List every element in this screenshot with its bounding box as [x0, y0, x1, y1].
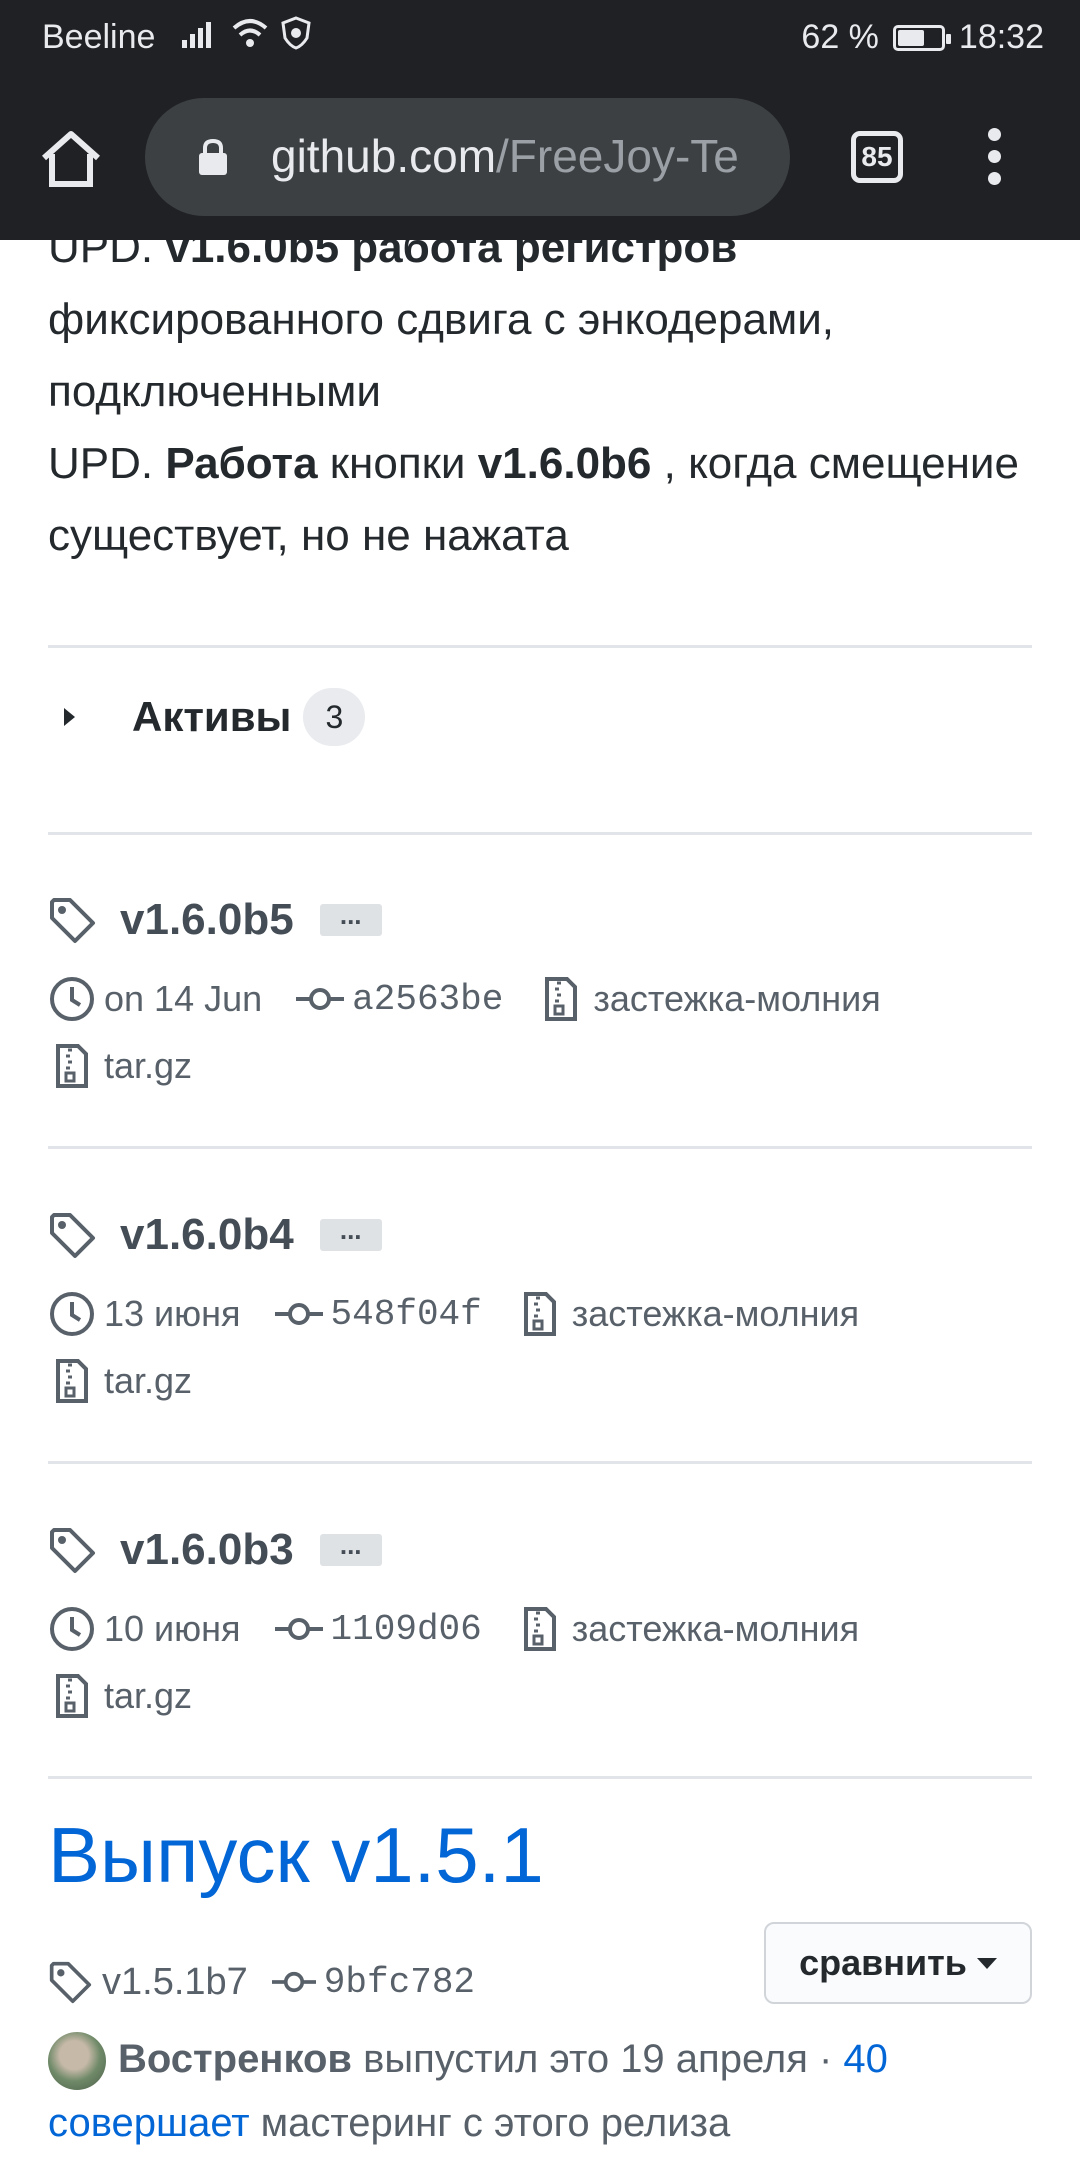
tag-meta: tar.gz	[48, 1670, 192, 1722]
tar-download-link[interactable]: tar.gz	[104, 1360, 192, 1402]
tag-icon	[50, 898, 95, 943]
battery-icon	[892, 24, 951, 51]
commit-icon	[274, 1618, 323, 1640]
status-icons	[180, 16, 312, 50]
tag-icon	[49, 1961, 92, 2004]
compare-button[interactable]: сравнить	[764, 1922, 1032, 2004]
signal-icon	[182, 22, 211, 48]
commit-link[interactable]: a2563be	[352, 979, 503, 1020]
clock-icon	[50, 1292, 94, 1336]
tag-icon	[50, 1528, 95, 1573]
tag-meta: 10 июня 1109d06 застежка-молния	[48, 1603, 859, 1655]
commit-link[interactable]: 1109d06	[331, 1609, 482, 1650]
tag-meta: tar.gz	[48, 1040, 192, 1092]
tag-link[interactable]: v1.6.0b4	[120, 1210, 294, 1260]
assets-toggle[interactable]: Активы 3	[48, 685, 366, 749]
more-button[interactable]: ...	[319, 902, 382, 936]
release-meta: v1.5.1b7 9bfc782	[48, 1952, 475, 2012]
zip-download-link[interactable]: застежка-молния	[572, 1293, 859, 1335]
file-zip-icon	[523, 1292, 556, 1336]
file-zip-icon	[545, 977, 578, 1021]
tag-date: 10 июня	[104, 1608, 241, 1649]
divider	[48, 645, 1032, 648]
file-zip-icon	[56, 1359, 88, 1403]
battery-level	[897, 29, 924, 46]
file-zip-icon	[523, 1607, 556, 1651]
tag-icon	[50, 1213, 95, 1258]
tag-title: v1.6.0b5 ...	[48, 888, 382, 952]
clock: 18:32	[958, 18, 1044, 56]
commit-icon	[274, 1303, 323, 1325]
status-bar: Beeline 62 % 18:32	[0, 0, 1080, 76]
home-icon[interactable]	[38, 126, 104, 192]
commit-link[interactable]: 548f04f	[331, 1294, 482, 1335]
release-tag-link[interactable]: v1.5.1b7	[102, 1961, 248, 2004]
url-path: /FreeJoy-Te	[496, 130, 739, 182]
tar-download-link[interactable]: tar.gz	[104, 1675, 192, 1717]
status-right: 62 % 18:32	[801, 18, 1044, 57]
tag-meta: on 14 Jun a2563be застежка-молния	[48, 973, 881, 1025]
tag-date: 13 июня	[104, 1293, 241, 1334]
caret-down-icon	[976, 1957, 997, 1969]
tag-entry: v1.6.0b4 ... 13 июня 548f04f застежка-мо…	[48, 1203, 1038, 1463]
tag-title: v1.6.0b3 ...	[48, 1518, 382, 1582]
overflow-menu-icon[interactable]	[980, 128, 1010, 188]
commit-icon	[296, 988, 345, 1010]
tab-switcher-button[interactable]: 85	[851, 131, 903, 183]
tag-link[interactable]: v1.6.0b3	[120, 1525, 294, 1575]
more-button[interactable]: ...	[319, 1532, 382, 1566]
clock-icon	[50, 977, 94, 1021]
file-zip-icon	[56, 1674, 88, 1718]
address-bar[interactable]: github.com/FreeJoy-Te	[145, 98, 790, 216]
divider	[48, 1461, 1032, 1464]
lock-icon	[199, 138, 227, 175]
tag-entry: v1.6.0b3 ... 10 июня 1109d06 застежка-мо…	[48, 1518, 1038, 1778]
avatar[interactable]	[48, 2032, 106, 2091]
release-title-link[interactable]: Выпуск v1.5.1	[48, 1810, 544, 1901]
divider	[48, 1776, 1032, 1779]
browser-toolbar: github.com/FreeJoy-Te 85	[0, 76, 1080, 240]
battery-percent: 62 %	[801, 18, 879, 56]
shield-icon	[281, 16, 311, 50]
author-link[interactable]: Востренков	[118, 2037, 352, 2081]
divider	[48, 1146, 1032, 1149]
zip-download-link[interactable]: застежка-молния	[572, 1608, 859, 1650]
assets-count: 3	[303, 688, 366, 746]
carrier-name: Beeline	[42, 18, 156, 56]
tag-meta: tar.gz	[48, 1355, 192, 1407]
disclosure-triangle-icon	[64, 708, 75, 726]
url-host: github.com	[271, 130, 497, 182]
assets-label: Активы	[132, 693, 292, 740]
file-zip-icon	[56, 1044, 88, 1088]
url-text: github.com/FreeJoy-Te	[271, 129, 739, 183]
tag-entry: v1.6.0b5 ... on 14 Jun a2563be застежка-…	[48, 888, 1038, 1148]
tag-title: v1.6.0b4 ...	[48, 1203, 382, 1267]
divider	[48, 832, 1032, 835]
commit-icon	[271, 1971, 316, 1993]
tag-date: on 14 Jun	[104, 978, 263, 1019]
clock-icon	[50, 1607, 94, 1651]
wifi-icon	[232, 19, 268, 47]
release-commit-link[interactable]: 9bfc782	[324, 1962, 475, 2003]
tar-download-link[interactable]: tar.gz	[104, 1045, 192, 1087]
tag-meta: 13 июня 548f04f застежка-молния	[48, 1288, 859, 1340]
tag-link[interactable]: v1.6.0b5	[120, 895, 294, 945]
release-notes: UPD. v1.6.0b5 работа регистров фиксирова…	[48, 240, 1019, 560]
compare-label: сравнить	[799, 1942, 967, 1983]
page-content: UPD. v1.6.0b5 работа регистров фиксирова…	[0, 240, 1080, 2160]
tail-text: мастеринг с этого релиза	[249, 2101, 731, 2145]
more-button[interactable]: ...	[319, 1217, 382, 1251]
zip-download-link[interactable]: застежка-молния	[593, 978, 880, 1020]
release-author-line: Востренков выпустил это 19 апреля · 40 с…	[48, 2027, 1038, 2155]
released-text: выпустил это 19 апреля ·	[351, 2037, 844, 2081]
